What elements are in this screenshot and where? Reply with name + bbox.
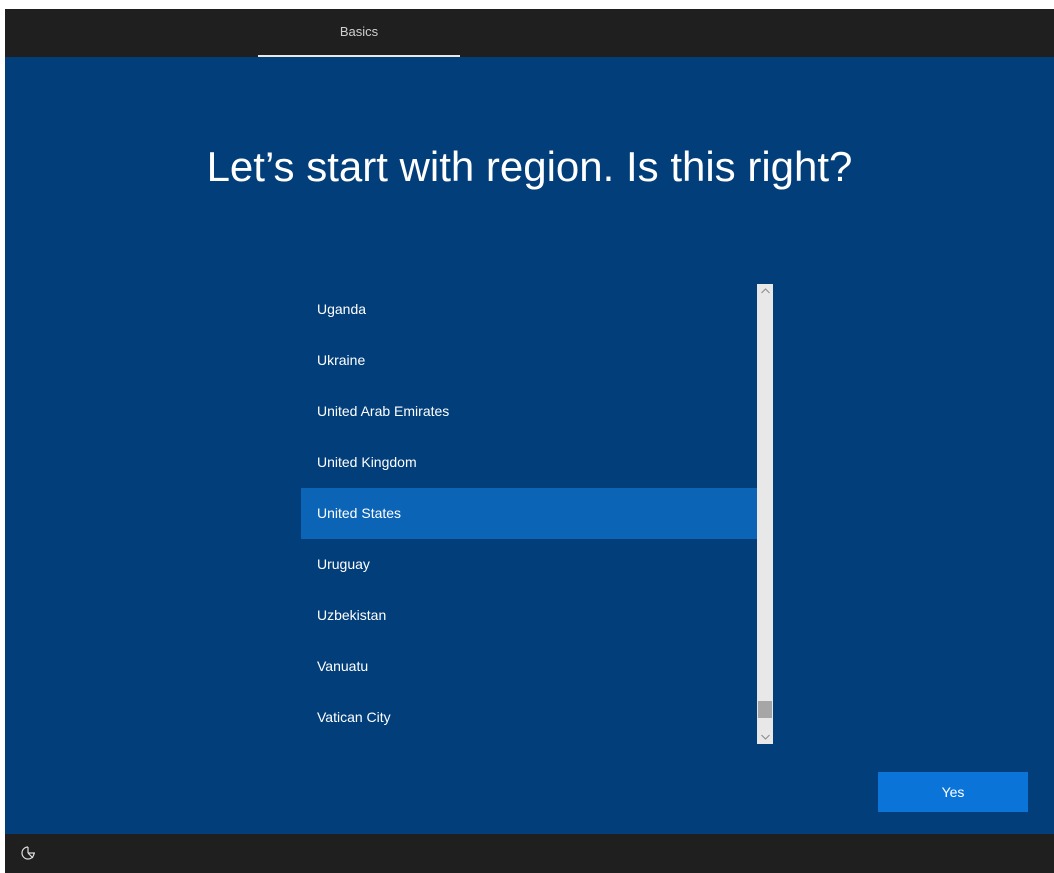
region-list-item[interactable]: Uganda (301, 284, 757, 335)
region-list-item-selected[interactable]: United States (301, 488, 757, 539)
scrollbar-thumb[interactable] (758, 701, 772, 718)
page-title: Let’s start with region. Is this right? (206, 143, 853, 190)
chevron-down-icon-glyph (760, 734, 770, 740)
chevron-down-icon[interactable] (757, 730, 773, 744)
region-list-item[interactable]: Uruguay (301, 539, 757, 590)
main-content: Let’s start with region. Is this right? … (5, 57, 1054, 834)
tab-label: Basics (339, 24, 379, 39)
yes-button[interactable]: Yes (878, 772, 1028, 812)
ease-of-access-icon[interactable] (19, 844, 37, 862)
bottom-bar (5, 834, 1054, 873)
region-list-scrollbar[interactable] (757, 284, 773, 744)
region-list-item[interactable]: Vanuatu (301, 641, 757, 692)
chevron-up-icon-glyph (760, 288, 770, 294)
region-list-item[interactable]: Vatican City (301, 692, 757, 743)
region-list-item[interactable]: United Arab Emirates (301, 386, 757, 437)
ease-of-access-icon-glyph (21, 846, 35, 860)
region-list-item[interactable]: United Kingdom (301, 437, 757, 488)
region-list-item[interactable]: Ukraine (301, 335, 757, 386)
region-list[interactable]: Uganda Ukraine United Arab Emirates Unit… (301, 284, 757, 744)
setup-window: Basics Let’s start with region. Is this … (5, 9, 1054, 873)
tab-basics[interactable]: Basics (258, 9, 460, 57)
chevron-up-icon[interactable] (757, 284, 773, 298)
top-bar: Basics (5, 9, 1054, 57)
region-list-item[interactable]: Uzbekistan (301, 590, 757, 641)
